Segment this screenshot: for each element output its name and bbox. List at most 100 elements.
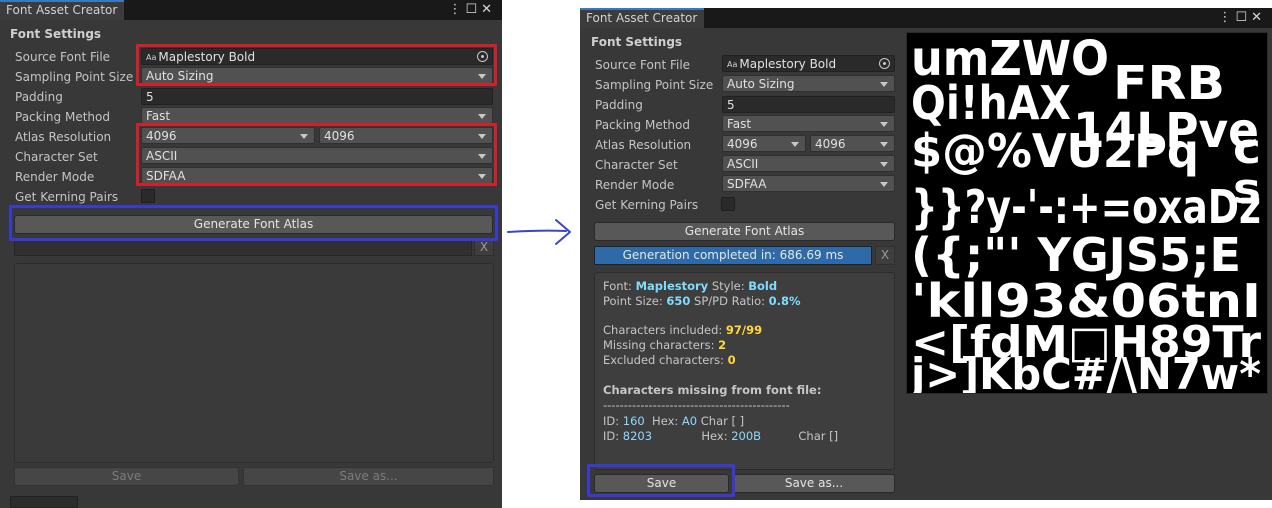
included-line: Characters included: 97/99 [603, 323, 762, 337]
close-icon[interactable]: ✕ [1251, 10, 1266, 25]
atlas-height-dropdown[interactable]: 4096 [810, 135, 895, 152]
highlight-font-source-and-sampling [136, 44, 497, 86]
packing-method-dropdown[interactable]: Fast [141, 107, 493, 124]
font-asset-creator-panel-after: Font Asset Creator ⋮☐✕ Font Settings Sou… [580, 8, 1272, 500]
padding-input[interactable]: 5 [722, 96, 895, 113]
clear-progress-button[interactable]: X [474, 239, 494, 256]
save-as-button[interactable]: Save as... [243, 467, 494, 486]
missing-row-1: ID: 160 Hex: A0 Char [ ] [603, 414, 744, 428]
character-set-dropdown[interactable]: ASCII [722, 155, 895, 172]
font-asset-creator-panel-before: Font Asset Creator ⋮☐✕ Font Settings Sou… [0, 0, 502, 508]
row1-hex: A0 [681, 414, 698, 428]
excluded-label: Excluded characters: [603, 353, 724, 367]
row2-char: Char [] [798, 429, 839, 443]
row1-char: Char [ ] [700, 414, 745, 428]
atlas-row: $@%VU2Pq [911, 124, 1199, 178]
font-label: Font: [603, 279, 632, 293]
missing-title: Characters missing from font file: [603, 383, 822, 397]
kerning-checkbox[interactable] [721, 197, 735, 211]
tab-bar: Font Asset Creator ⋮☐✕ [580, 8, 1272, 28]
save-button[interactable]: Save [14, 467, 239, 486]
section-title-font-settings: Font Settings [10, 27, 102, 41]
row1-hex-label: Hex: [652, 414, 679, 428]
label-sampling-point-size: Sampling Point Size [15, 70, 134, 84]
source-font-field[interactable]: Aa Maplestory Bold [722, 55, 895, 72]
point-size-line: Point Size: 650 SP/PD Ratio: 0.8% [603, 294, 801, 308]
row2-id-label: ID: [603, 429, 620, 443]
atlas-width-dropdown[interactable]: 4096 [722, 135, 806, 152]
label-packing-method: Packing Method [15, 110, 110, 124]
label-character-set: Character Set [15, 150, 98, 164]
arrow-right-icon [507, 219, 571, 245]
chevron-down-icon [478, 114, 486, 119]
chevron-down-icon [880, 142, 888, 147]
highlight-generate-button [9, 205, 498, 241]
missing-value: 2 [718, 338, 727, 352]
save-as-button[interactable]: Save as... [733, 474, 895, 493]
font-asset-icon: Aa [727, 60, 738, 69]
font-atlas-glyphs: umZWO FRB Qi!hAX 14LPve $@%VU2Pq c s }}?… [909, 31, 1261, 400]
font-info-line: Font: Maplestory Style: Bold [603, 279, 777, 293]
chevron-down-icon [880, 182, 888, 187]
label-render-mode: Render Mode [595, 178, 675, 192]
atlas-row: Qi!hAX [911, 76, 1071, 130]
row2-hex: 200B [731, 429, 762, 443]
kerning-checkbox[interactable] [141, 189, 155, 203]
excluded-line: Excluded characters: 0 [603, 353, 736, 367]
source-font-value: Maplestory Bold [739, 57, 837, 71]
packing-value: Fast [146, 109, 171, 123]
ratio-label: SP/PD Ratio: [694, 294, 765, 308]
point-size-value: 650 [666, 294, 691, 308]
missing-label: Missing characters: [603, 338, 715, 352]
tab-window-controls: ⋮☐✕ [448, 2, 496, 17]
more-options-icon[interactable]: ⋮ [448, 2, 465, 17]
chevron-down-icon [880, 122, 888, 127]
point-size-label: Point Size: [603, 294, 663, 308]
label-padding: Padding [595, 98, 643, 112]
style-value: Bold [748, 279, 778, 293]
padding-value: 5 [146, 90, 154, 104]
excluded-value: 0 [727, 353, 736, 367]
included-value: 97/99 [725, 323, 763, 337]
packing-method-dropdown[interactable]: Fast [722, 115, 895, 132]
label-get-kerning-pairs: Get Kerning Pairs [595, 198, 699, 212]
tab-bar: Font Asset Creator ⋮☐✕ [0, 0, 502, 20]
tab-window-controls: ⋮☐✕ [1218, 10, 1266, 25]
padding-input[interactable]: 5 [141, 88, 493, 105]
tab-font-asset-creator[interactable]: Font Asset Creator [580, 8, 704, 28]
maximize-icon[interactable]: ☐ [1235, 10, 1251, 25]
sampling-point-size-dropdown[interactable]: Auto Sizing [722, 75, 895, 92]
label-get-kerning-pairs: Get Kerning Pairs [15, 190, 119, 204]
bottom-strip [10, 496, 78, 508]
maximize-icon[interactable]: ☐ [465, 2, 481, 17]
chevron-down-icon [880, 82, 888, 87]
atlas-height-value: 4096 [815, 137, 846, 151]
section-title-font-settings: Font Settings [591, 35, 683, 49]
charset-value: ASCII [727, 157, 759, 171]
tab-font-asset-creator[interactable]: Font Asset Creator [0, 0, 124, 20]
highlight-resolution-charset-rendermode [136, 123, 497, 186]
missing-line: Missing characters: 2 [603, 338, 726, 352]
render-mode-dropdown[interactable]: SDFAA [722, 175, 895, 192]
close-icon[interactable]: ✕ [481, 2, 496, 17]
row2-hex-label: Hex: [701, 429, 728, 443]
separator-line: ----------------------------------------… [603, 398, 790, 412]
highlight-save-button [587, 464, 735, 497]
label-padding: Padding [15, 90, 63, 104]
packing-value: Fast [727, 117, 752, 131]
chevron-down-icon [791, 142, 799, 147]
included-label: Characters included: [603, 323, 723, 337]
label-sampling-point-size: Sampling Point Size [595, 78, 714, 92]
sampling-value: Auto Sizing [727, 77, 795, 91]
more-options-icon[interactable]: ⋮ [1218, 10, 1235, 25]
label-source-font-file: Source Font File [15, 50, 111, 64]
render-mode-value: SDFAA [727, 177, 767, 191]
label-atlas-resolution: Atlas Resolution [15, 130, 112, 144]
clear-progress-button[interactable]: X [875, 246, 895, 265]
label-source-font-file: Source Font File [595, 58, 691, 72]
output-info-area [14, 263, 494, 463]
padding-value: 5 [727, 98, 735, 112]
object-picker-icon[interactable] [879, 58, 890, 69]
label-packing-method: Packing Method [595, 118, 690, 132]
generate-font-atlas-button[interactable]: Generate Font Atlas [594, 222, 895, 241]
